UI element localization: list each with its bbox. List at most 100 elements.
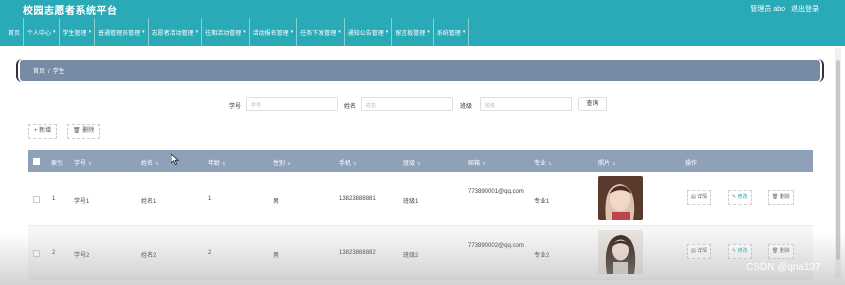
col-class[interactable]: 班级 ⇅ xyxy=(403,158,420,167)
breadcrumb-home[interactable]: 首页 xyxy=(33,69,45,75)
breadcrumb: 首页 / 学生 xyxy=(16,59,824,82)
nav-personal-center[interactable]: 个人中心 ▾ xyxy=(24,18,60,46)
detail-button[interactable]: ▤ 详情 xyxy=(687,190,712,205)
sort-icon: ⇅ xyxy=(548,161,552,166)
main-nav: 首页 个人中心 ▾ 学生管理 ▾ 普通管理员管理 ▾ 志愿者活动管理 ▾ 往期活动管理 ▾… xyxy=(0,18,845,46)
table-header: 索引 学号 ⇅ 姓名 ⇅ 年龄 ⇅ 性别 ⇅ 手机 ⇅ 班级 ⇅ 邮箱 ⇅ 专业 ⇅ 照片 ⇅ 操… xyxy=(28,150,813,172)
student-photo[interactable] xyxy=(598,176,643,220)
nav-home[interactable]: 首页 xyxy=(8,18,25,46)
logout-link[interactable]: 退出登录 xyxy=(791,4,819,14)
select-all-checkbox[interactable] xyxy=(33,158,40,165)
cell-student-no: 学号2 xyxy=(74,253,90,259)
cell-student-no: 学号1 xyxy=(74,199,90,205)
current-user: 管理员 abo xyxy=(750,6,785,13)
edit-button[interactable]: ✎ 修改 xyxy=(728,190,752,205)
cell-email: 773890001@qq.com xyxy=(468,189,524,195)
sort-icon: ⇅ xyxy=(287,161,291,166)
sort-icon: ⇅ xyxy=(353,161,357,166)
cell-name: 姓名1 xyxy=(141,199,157,205)
search-button[interactable]: 查询 xyxy=(578,97,607,111)
cell-index: 1 xyxy=(52,196,56,202)
student-no-input[interactable]: 学号 xyxy=(246,97,338,111)
student-no-label: 学号 xyxy=(229,104,242,110)
nav-past-activity[interactable]: 往期活动管理 ▾ xyxy=(202,18,250,46)
class-label: 班级 xyxy=(460,104,473,110)
cell-email: 773890002@qq.com xyxy=(468,243,524,249)
user-area: 管理员 abo 退出登录 xyxy=(750,4,819,14)
detail-button[interactable]: ▤ 详情 xyxy=(687,244,712,259)
nav-student-mgmt[interactable]: 学生管理 ▾ xyxy=(60,18,96,46)
cell-major: 专业2 xyxy=(534,253,550,259)
nav-task-mgmt[interactable]: 任务下发管理 ▾ xyxy=(297,18,345,46)
cell-phone: 13823888882 xyxy=(339,250,376,256)
chevron-down-icon: ▾ xyxy=(142,29,145,35)
cell-age: 1 xyxy=(208,196,212,202)
col-name[interactable]: 姓名 ⇅ xyxy=(141,158,158,167)
cell-gender: 男 xyxy=(273,199,280,205)
cell-gender: 男 xyxy=(273,253,280,259)
sort-icon: ⇅ xyxy=(222,161,226,166)
edit-button[interactable]: ✎ 修改 xyxy=(728,244,752,259)
student-photo[interactable] xyxy=(598,230,643,274)
nav-notice-mgmt[interactable]: 通知公告管理 ▾ xyxy=(345,18,393,46)
trash-icon: 🗑 xyxy=(772,248,779,254)
watermark: CSDN @qna137 xyxy=(746,262,821,273)
table-row: 2 学号2 姓名2 2 男 13823888882 班级2 773890002@… xyxy=(28,226,813,280)
sort-icon: ⇅ xyxy=(417,161,421,166)
table-row: 1 学号1 姓名1 1 男 13823888881 班级1 773890001@… xyxy=(28,172,813,226)
cell-name: 姓名2 xyxy=(141,253,157,259)
cell-phone: 13823888881 xyxy=(339,196,376,202)
nav-message-board[interactable]: 留言板管理 ▾ xyxy=(392,18,434,46)
sort-icon: ⇅ xyxy=(155,161,159,166)
document-icon: ▤ xyxy=(691,248,696,254)
sort-icon: ⇅ xyxy=(612,161,616,166)
name-label: 姓名 xyxy=(344,104,357,110)
chevron-down-icon: ▾ xyxy=(427,29,430,35)
trash-icon: 🗑 xyxy=(73,128,81,134)
row-checkbox[interactable] xyxy=(33,196,40,203)
pencil-icon: ✎ xyxy=(732,248,737,254)
col-major[interactable]: 专业 ⇅ xyxy=(534,158,551,167)
col-index: 索引 xyxy=(51,161,64,167)
chevron-down-icon: ▾ xyxy=(88,29,92,35)
class-input[interactable]: 班级 xyxy=(480,97,572,111)
search-form: 学号 学号 姓名 姓名 班级 班级 查询 xyxy=(0,97,845,111)
col-phone[interactable]: 手机 ⇅ xyxy=(339,158,356,167)
cell-major: 专业1 xyxy=(534,199,550,205)
col-age[interactable]: 年龄 ⇅ xyxy=(208,158,225,167)
batch-delete-button[interactable]: 🗑 删除 xyxy=(67,124,101,139)
name-input[interactable]: 姓名 xyxy=(361,97,453,111)
col-photo[interactable]: 照片 ⇅ xyxy=(598,158,615,167)
delete-button[interactable]: 🗑 删除 xyxy=(768,244,794,259)
top-bar: 校园志愿者系统平台 管理员 abo 退出登录 xyxy=(0,0,845,18)
col-actions: 操作 xyxy=(685,161,698,167)
chevron-down-icon: ▾ xyxy=(290,29,294,35)
cell-index: 2 xyxy=(52,250,56,256)
sort-icon: ⇅ xyxy=(482,161,486,166)
breadcrumb-separator: / xyxy=(48,69,50,75)
scrollbar-thumb[interactable] xyxy=(836,60,840,260)
add-button[interactable]: + 新增 xyxy=(28,124,58,139)
delete-button[interactable]: 🗑 删除 xyxy=(768,190,794,205)
cell-age: 2 xyxy=(208,250,212,256)
trash-icon: 🗑 xyxy=(772,194,779,200)
app-title: 校园志愿者系统平台 xyxy=(23,6,118,17)
col-student-no[interactable]: 学号 ⇅ xyxy=(74,158,91,167)
nav-admin-mgmt[interactable]: 普通管理员管理 ▾ xyxy=(95,18,149,46)
col-email[interactable]: 邮箱 ⇅ xyxy=(468,158,485,167)
nav-signup-mgmt[interactable]: 活动报名管理 ▾ xyxy=(250,18,298,46)
chevron-down-icon: ▾ xyxy=(53,29,56,35)
nav-system-mgmt[interactable]: 系统管理 ▾ xyxy=(434,18,470,46)
nav-volunteer-activity[interactable]: 志愿者活动管理 ▾ xyxy=(149,18,203,46)
pencil-icon: ✎ xyxy=(732,194,737,200)
student-table: 索引 学号 ⇅ 姓名 ⇅ 年龄 ⇅ 性别 ⇅ 手机 ⇅ 班级 ⇅ 邮箱 ⇅ 专业 ⇅ 照片 ⇅ 操… xyxy=(28,150,813,280)
document-icon: ▤ xyxy=(691,194,696,200)
chevron-down-icon: ▾ xyxy=(462,29,466,35)
sort-icon: ⇅ xyxy=(88,161,92,166)
col-gender[interactable]: 性别 ⇅ xyxy=(273,158,290,167)
cell-class: 班级1 xyxy=(403,199,419,205)
chevron-down-icon: ▾ xyxy=(385,29,389,35)
row-checkbox[interactable] xyxy=(33,250,40,257)
chevron-down-icon: ▾ xyxy=(338,29,341,35)
chevron-down-icon: ▾ xyxy=(195,29,199,35)
